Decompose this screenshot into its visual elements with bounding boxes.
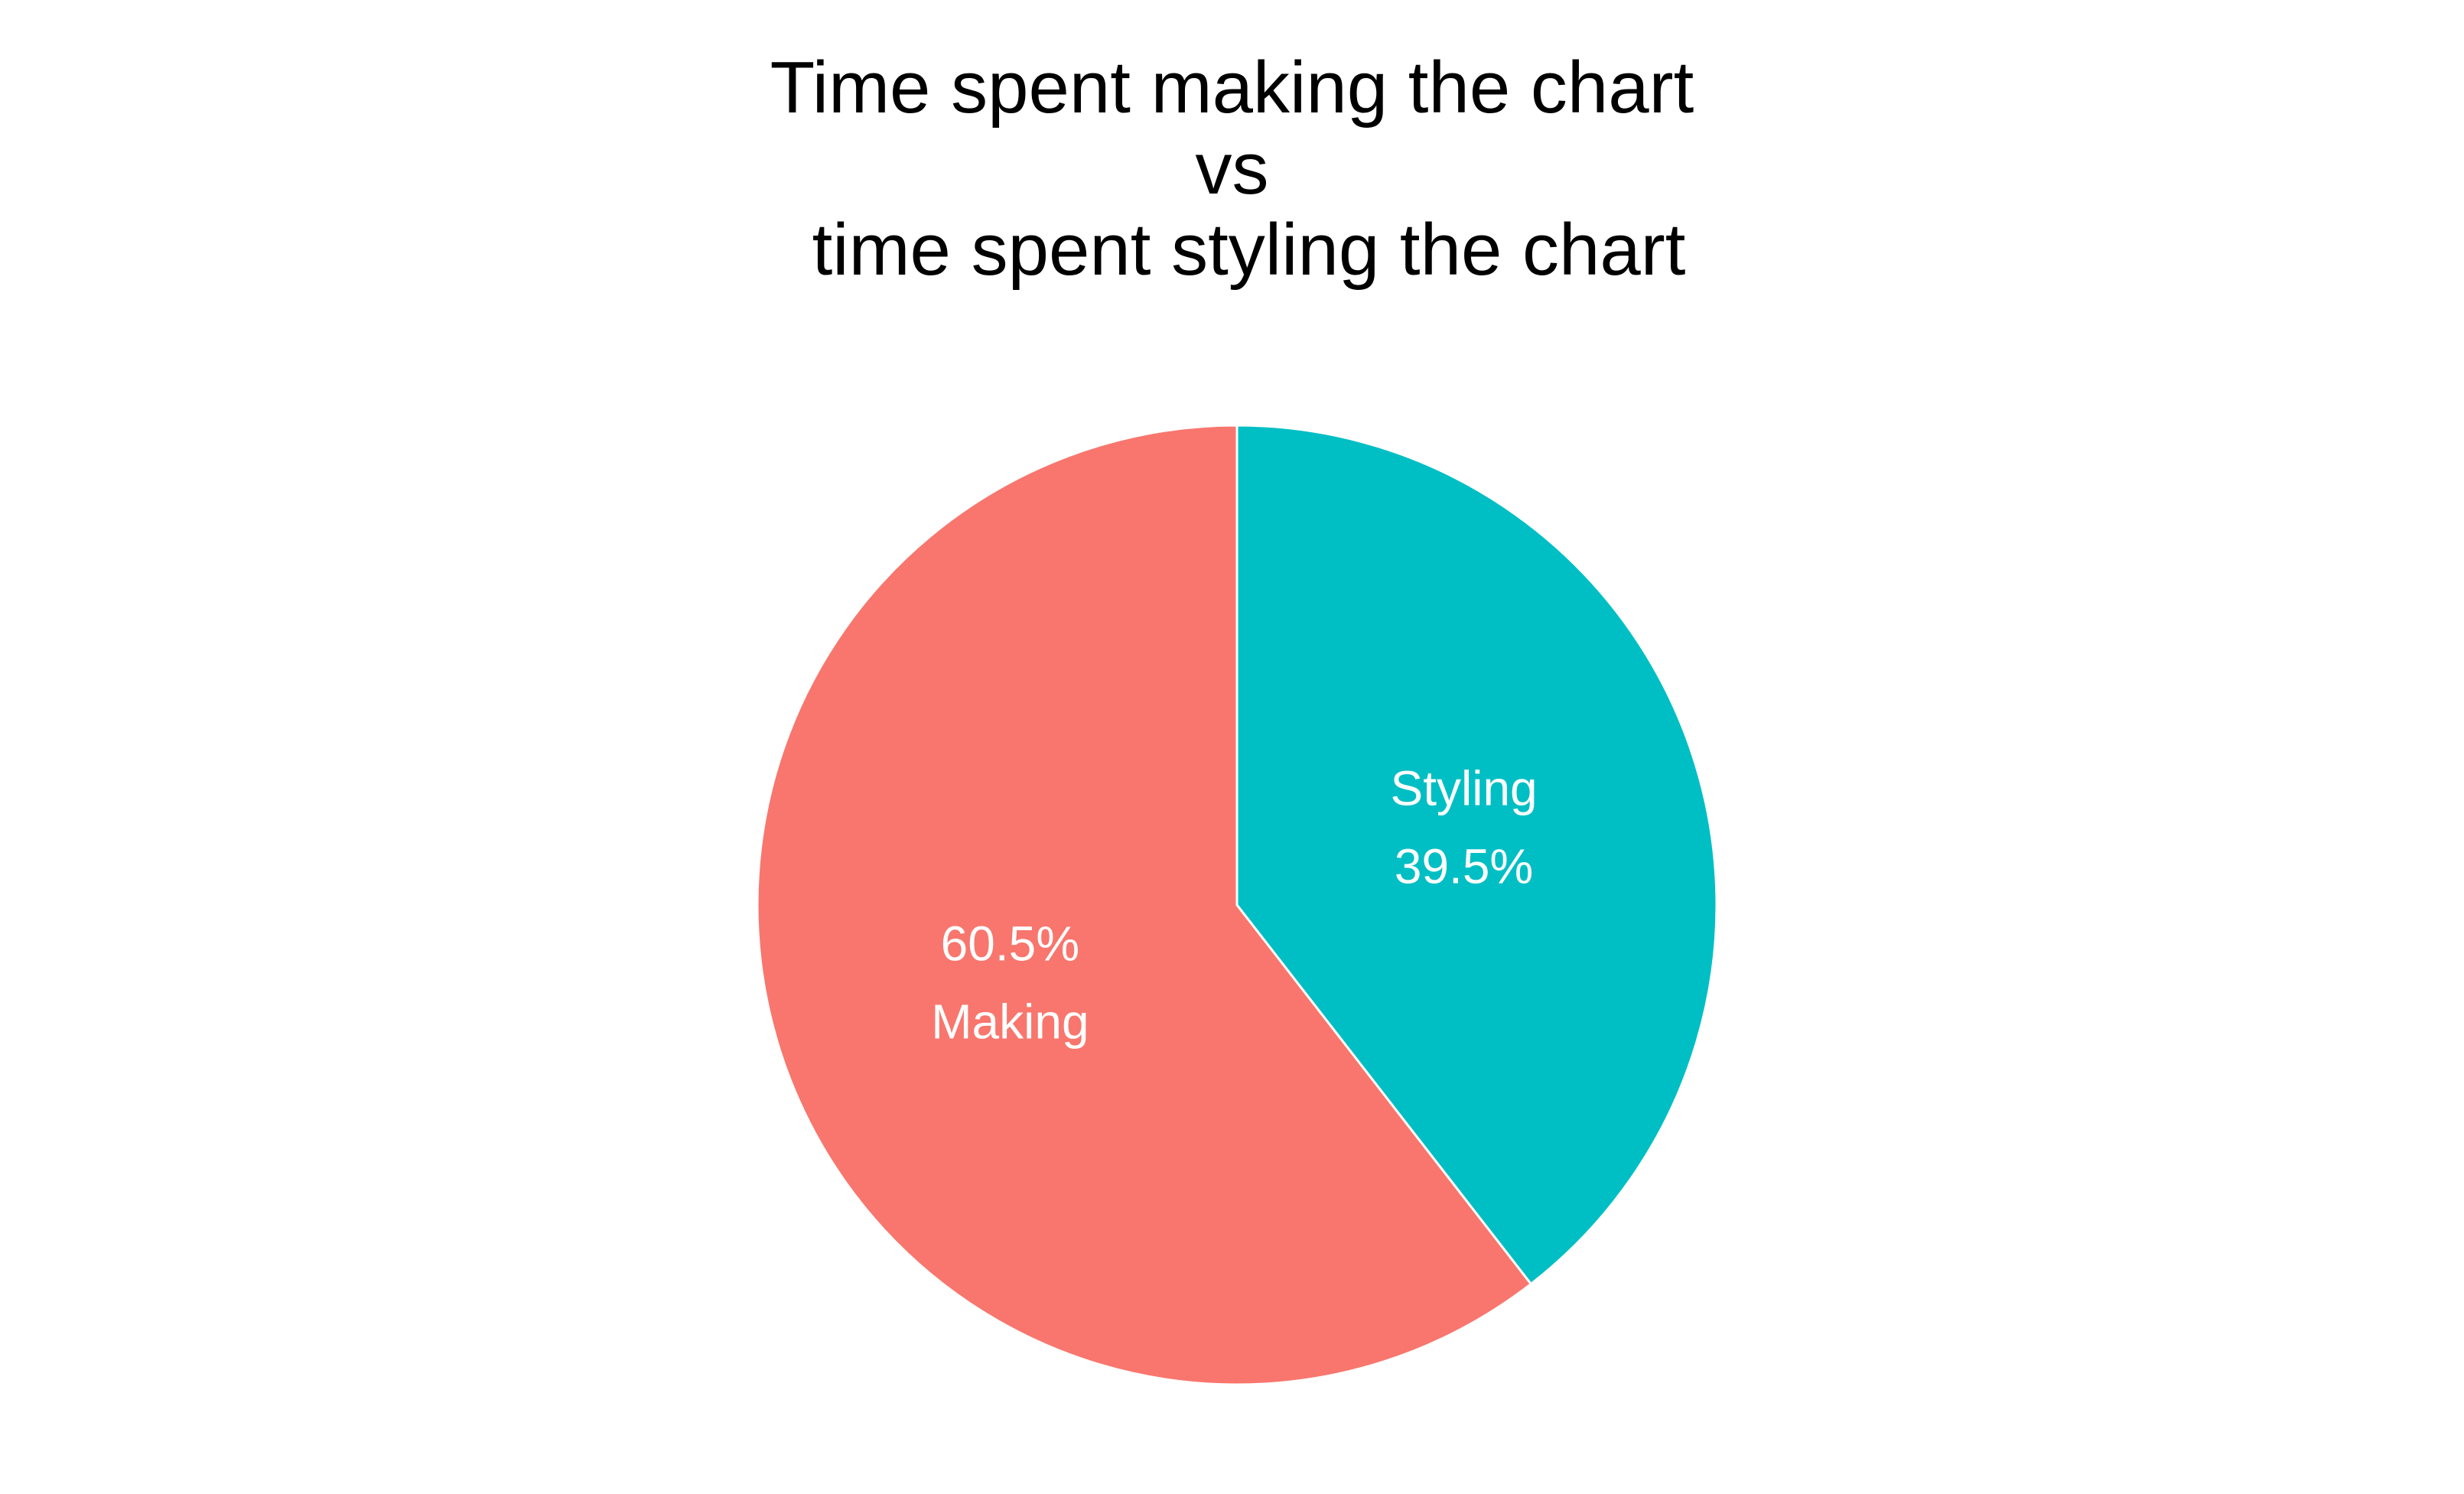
pie-label-making-line-1: 60.5% (941, 916, 1079, 972)
pie-label-making-line-2: Making (931, 994, 1089, 1050)
pie-label-styling-line-1: Styling (1391, 761, 1538, 816)
pie-chart: Styling 39.5% 60.5% Making (756, 424, 1718, 1386)
pie-slices (756, 424, 1718, 1386)
pie-label-styling-line-2: 39.5% (1395, 839, 1533, 894)
